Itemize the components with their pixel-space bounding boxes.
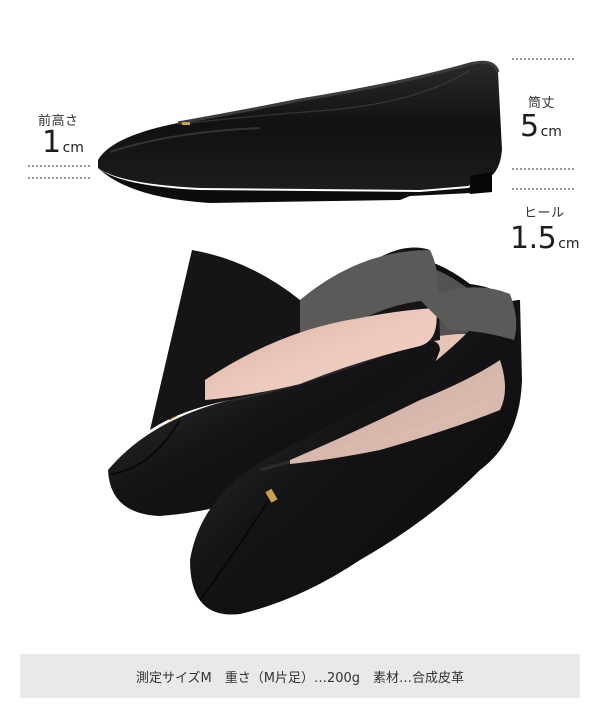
shaft-height-guide-top — [512, 58, 574, 60]
heel-height-number: 1.5 — [510, 221, 557, 256]
spec-info-text: 測定サイズM 重さ（M片足）…200g 素材…合成皮革 — [135, 670, 465, 686]
shaft-height-unit: cm — [540, 124, 562, 140]
spec-info-bar: 測定サイズM 重さ（M片足）…200g 素材…合成皮革 — [20, 654, 580, 698]
shaft-height-number: 5 — [520, 109, 539, 144]
heel-height-value: 1.5 cm — [510, 224, 580, 254]
heel-height-guide — [512, 188, 574, 190]
toe-height-unit: cm — [62, 140, 84, 156]
shaft-height-value: 5 cm — [520, 112, 562, 142]
toe-height-number: 1 — [42, 125, 61, 160]
shaft-height-guide-bottom — [512, 168, 574, 170]
toe-height-value: 1 cm — [42, 128, 84, 158]
heel-height-unit: cm — [558, 236, 580, 252]
toe-height-guide-top — [28, 165, 90, 167]
heel-height-label: ヒール — [524, 206, 565, 221]
toe-height-guide-bottom — [28, 177, 90, 179]
shoe-side-view-image — [98, 60, 522, 615]
